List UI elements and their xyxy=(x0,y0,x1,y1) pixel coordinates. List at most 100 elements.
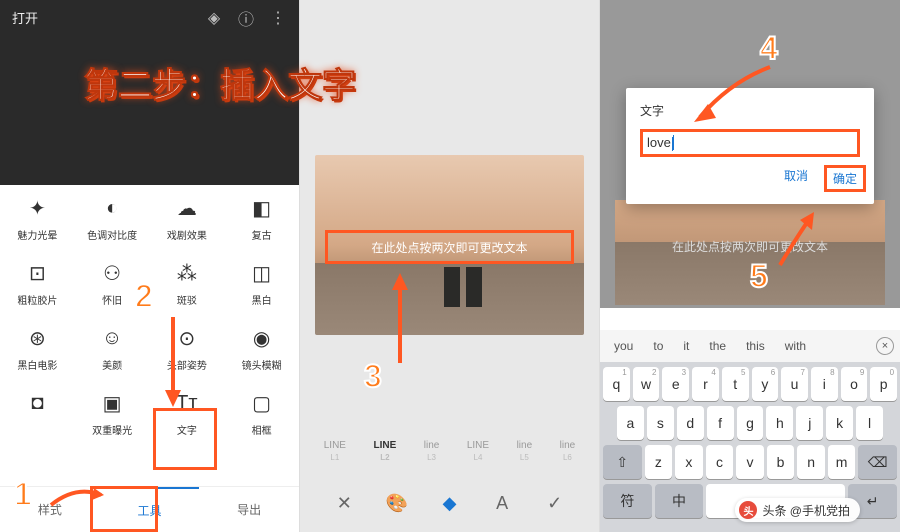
font-option[interactable]: LINEL2 xyxy=(373,440,396,462)
key-y[interactable]: 6y xyxy=(752,367,779,401)
suggestion[interactable]: to xyxy=(645,339,671,353)
keyboard-suggestions: youtoitthethis with × xyxy=(600,330,900,362)
watermark-logo-icon: 头 xyxy=(739,501,757,519)
key-v[interactable]: v xyxy=(736,445,764,479)
tool-镜头模糊[interactable]: ◉镜头模糊 xyxy=(224,325,299,372)
key-s[interactable]: s xyxy=(647,406,674,440)
tool-label: 美颜 xyxy=(102,357,122,372)
key-t[interactable]: 5t xyxy=(722,367,749,401)
tutorial-step-title: 第二步：插入文字 xyxy=(84,58,356,107)
cancel-button[interactable]: 取消 xyxy=(784,167,808,190)
suggestion[interactable]: you xyxy=(606,339,641,353)
tool-魅力光晕[interactable]: ✦ 魅力光晕 xyxy=(0,195,75,242)
font-icon[interactable]: A xyxy=(491,492,513,514)
key-w[interactable]: 2w xyxy=(633,367,660,401)
tool-双重曝光[interactable]: ▣双重曝光 xyxy=(75,390,150,437)
arrow-2 xyxy=(158,312,188,412)
more-icon[interactable]: ⋮ xyxy=(269,9,287,27)
tool-黑白电影[interactable]: ⊛黑白电影 xyxy=(0,325,75,372)
key-b[interactable]: b xyxy=(767,445,795,479)
tool-label: 色调对比度 xyxy=(87,227,137,242)
key-f[interactable]: f xyxy=(707,406,734,440)
tool-icon: ◘ xyxy=(24,390,50,416)
key-z[interactable]: z xyxy=(645,445,673,479)
tool-label: 双重曝光 xyxy=(92,422,132,437)
tool-label: 复古 xyxy=(252,227,272,242)
layers-icon[interactable]: ◈ xyxy=(205,9,223,27)
badge-3: 3 xyxy=(364,358,382,395)
arrow-4 xyxy=(690,62,780,132)
key-h[interactable]: h xyxy=(766,406,793,440)
tool-美颜[interactable]: ☺ 美颜 xyxy=(75,325,150,372)
tool-相框[interactable]: ▢相框 xyxy=(224,390,299,437)
suggestion[interactable]: the xyxy=(701,339,734,353)
tool-label: 粗粒胶片 xyxy=(17,292,57,307)
edit-image[interactable]: 在此处点按两次即可更改文本 xyxy=(315,155,584,335)
text-placeholder-box[interactable]: 在此处点按两次即可更改文本 xyxy=(325,230,574,264)
dialog-input-highlight: love xyxy=(640,129,860,157)
key-i[interactable]: 8i xyxy=(811,367,838,401)
key-g[interactable]: g xyxy=(737,406,764,440)
badge-1: 1 xyxy=(14,476,32,513)
tool-粗粒胶片[interactable]: ⊡粗粒胶片 xyxy=(0,260,75,307)
tool-icon: ⁂ xyxy=(174,260,200,286)
tool-label: 戏剧效果 xyxy=(167,227,207,242)
bg-prompt-text: 在此处点按两次即可更改文本 xyxy=(625,238,875,255)
palette-icon[interactable]: 🎨 xyxy=(386,492,408,514)
key-e[interactable]: 3e xyxy=(662,367,689,401)
font-option[interactable]: lineL5 xyxy=(517,440,533,462)
confirm-icon[interactable]: ✓ xyxy=(544,492,566,514)
highlight-text-tool xyxy=(153,408,217,470)
tool-item-12[interactable]: ◘ xyxy=(0,390,75,437)
tool-icon: ◉ xyxy=(249,325,275,351)
font-option[interactable]: lineL6 xyxy=(560,440,576,462)
suggestion[interactable]: this xyxy=(738,339,773,353)
tool-戏剧效果[interactable]: ☁ 戏剧效果 xyxy=(150,195,225,242)
tool-色调对比度[interactable]: ◐色调对比度 xyxy=(75,195,150,242)
key-j[interactable]: j xyxy=(796,406,823,440)
key-n[interactable]: n xyxy=(797,445,825,479)
tool-复古[interactable]: ◧复古 xyxy=(224,195,299,242)
key-r[interactable]: 4r xyxy=(692,367,719,401)
tab-export[interactable]: 导出 xyxy=(199,487,299,532)
open-label[interactable]: 打开 xyxy=(12,8,38,27)
tool-label: 黑白 xyxy=(252,292,272,307)
tool-label: 黑白电影 xyxy=(17,357,57,372)
watermark: 头 头条 @手机党拍 xyxy=(735,498,860,522)
key-⇧[interactable]: ⇧ xyxy=(603,445,642,479)
font-option[interactable]: LINEL4 xyxy=(467,440,489,462)
key-x[interactable]: x xyxy=(675,445,703,479)
cancel-icon[interactable]: ✕ xyxy=(333,492,355,514)
key-k[interactable]: k xyxy=(826,406,853,440)
key-o[interactable]: 9o xyxy=(841,367,868,401)
ok-button[interactable]: 确定 xyxy=(824,165,866,192)
key-p[interactable]: 0p xyxy=(870,367,897,401)
tool-icon: ✦ xyxy=(24,195,50,221)
font-option[interactable]: LINEL1 xyxy=(324,440,346,462)
key-l[interactable]: l xyxy=(856,406,883,440)
tool-label: 魅力光晕 xyxy=(17,227,57,242)
watermark-text: 头条 @手机党拍 xyxy=(762,502,850,519)
key-m[interactable]: m xyxy=(828,445,856,479)
font-option[interactable]: lineL3 xyxy=(424,440,440,462)
key-c[interactable]: c xyxy=(706,445,734,479)
opacity-icon[interactable]: ◆ xyxy=(438,492,460,514)
key-d[interactable]: d xyxy=(677,406,704,440)
tool-黑白[interactable]: ◫黑白 xyxy=(224,260,299,307)
arrow-1 xyxy=(46,480,106,520)
tool-label: 相框 xyxy=(252,422,272,437)
text-input[interactable]: love xyxy=(647,135,674,150)
key-中[interactable]: 中 xyxy=(655,484,704,518)
key-u[interactable]: 7u xyxy=(781,367,808,401)
key-⌫[interactable]: ⌫ xyxy=(858,445,897,479)
info-icon[interactable]: ⓘ xyxy=(237,9,255,27)
key-符[interactable]: 符 xyxy=(603,484,652,518)
suggestion[interactable]: with xyxy=(777,339,814,353)
key-a[interactable]: a xyxy=(617,406,644,440)
suggestion-close-icon[interactable]: × xyxy=(876,337,894,355)
key-q[interactable]: 1q xyxy=(603,367,630,401)
tool-icon: ☁ xyxy=(174,195,200,221)
tool-斑驳[interactable]: ⁂斑驳 xyxy=(150,260,225,307)
tool-icon: ☺ xyxy=(99,325,125,351)
suggestion[interactable]: it xyxy=(675,339,697,353)
